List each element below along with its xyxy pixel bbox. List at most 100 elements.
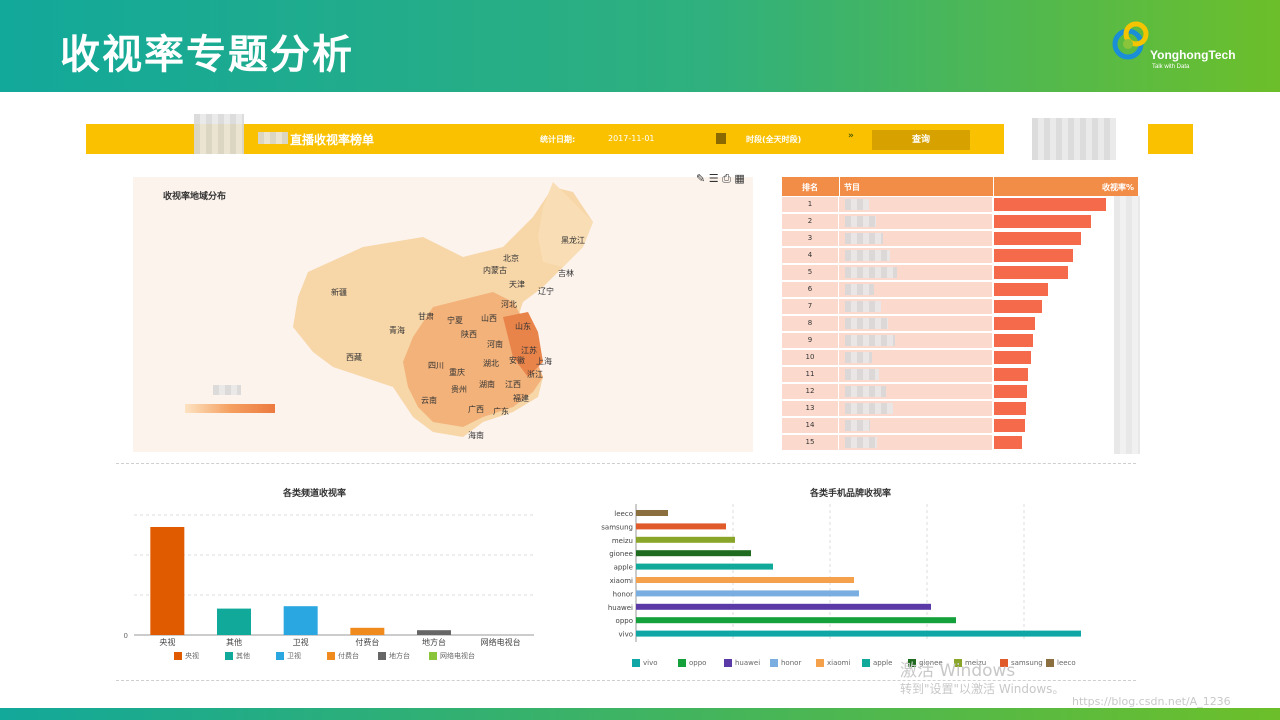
program-name-redacted xyxy=(839,316,992,331)
brand-bar[interactable] xyxy=(636,603,931,610)
brand-bar[interactable] xyxy=(636,577,854,583)
blurred-name xyxy=(845,301,881,312)
legend-item[interactable]: 卫视 xyxy=(276,651,301,661)
blurred-name xyxy=(845,369,879,380)
province-label: 上海 xyxy=(536,357,552,366)
rating-bar xyxy=(994,300,1043,313)
legend-label: 地方台 xyxy=(389,652,410,660)
ranking-row[interactable]: 2 xyxy=(782,214,1138,230)
ranking-row[interactable]: 15 xyxy=(782,435,1138,451)
province-label: 内蒙古 xyxy=(483,266,507,275)
legend-swatch xyxy=(678,659,686,667)
channel-bar[interactable] xyxy=(283,606,318,635)
blurred-widget xyxy=(1032,118,1116,160)
brand-bar[interactable] xyxy=(636,563,773,570)
rating-bar xyxy=(994,232,1082,245)
brand-bar[interactable] xyxy=(636,617,956,624)
ranking-row[interactable]: 3 xyxy=(782,231,1138,247)
blurred-name xyxy=(845,437,877,448)
ranking-row[interactable]: 11 xyxy=(782,367,1138,383)
brand-bar-chart: leeco samsung meizu gionee apple xiaomi honor h… xyxy=(601,504,1081,642)
legend-swatch xyxy=(174,652,182,660)
program-name-redacted xyxy=(839,418,992,433)
rank-number: 7 xyxy=(782,299,838,314)
channel-bar[interactable] xyxy=(417,630,451,635)
brand-bar[interactable] xyxy=(636,630,1081,637)
blurred-name xyxy=(845,284,874,295)
date-input[interactable]: 2017-11-01 xyxy=(608,134,655,143)
x-tick-label: 网络电视台 xyxy=(481,637,521,647)
chevron-down-icon[interactable]: » xyxy=(848,131,854,141)
rating-bar xyxy=(994,266,1069,279)
ranking-row[interactable]: 1 xyxy=(782,197,1138,213)
filter-toolbar: 直播收视率榜单 统计日期: 2017-11-01 时段(全天时段) » 查询 xyxy=(86,114,1004,154)
blurred-name xyxy=(845,352,872,363)
program-name-redacted xyxy=(839,401,992,416)
legend-label: 卫视 xyxy=(287,652,301,660)
y-tick-label: gionee xyxy=(609,550,633,558)
rank-number: 5 xyxy=(782,265,838,280)
legend-label: apple xyxy=(873,659,893,667)
ranking-row[interactable]: 10 xyxy=(782,350,1138,366)
legend-item[interactable]: oppo xyxy=(678,659,706,667)
rank-number: 13 xyxy=(782,401,838,416)
ranking-row[interactable]: 8 xyxy=(782,316,1138,332)
legend-item[interactable]: vivo xyxy=(632,659,658,667)
blurred-values xyxy=(1114,196,1140,454)
rank-number: 14 xyxy=(782,418,838,433)
legend-item[interactable]: 央视 xyxy=(174,651,199,661)
legend-item[interactable]: 网络电视台 xyxy=(429,651,475,661)
y-tick-label: samsung xyxy=(601,523,633,531)
ranking-row[interactable]: 6 xyxy=(782,282,1138,298)
province-label: 西藏 xyxy=(346,353,362,362)
ranking-row[interactable]: 4 xyxy=(782,248,1138,264)
brand-bar[interactable] xyxy=(636,523,726,530)
province-label: 北京 xyxy=(503,254,519,263)
ranking-row[interactable]: 5 xyxy=(782,265,1138,281)
period-select[interactable]: 时段(全天时段) xyxy=(746,134,801,145)
ranking-table: 排名 节目 收视率% 1 2 3 4 5 6 7 8 9 10 11 12 13 14 15 xyxy=(782,177,1138,453)
ranking-row[interactable]: 7 xyxy=(782,299,1138,315)
brand-bar[interactable] xyxy=(636,550,751,557)
rank-number: 4 xyxy=(782,248,838,263)
page-title: 收视率专题分析 xyxy=(60,32,354,78)
brand-bar[interactable] xyxy=(636,590,859,597)
y-tick-label: oppo xyxy=(616,617,633,625)
brand-bar[interactable] xyxy=(636,536,735,543)
program-name-redacted xyxy=(839,367,992,382)
legend-item[interactable]: xiaomi xyxy=(816,659,850,667)
ranking-row[interactable]: 12 xyxy=(782,384,1138,400)
header-rating: 收视率% xyxy=(993,177,1138,196)
legend-item[interactable]: huawei xyxy=(724,659,760,667)
legend-swatch xyxy=(1046,659,1054,667)
calendar-icon[interactable] xyxy=(716,133,726,144)
legend-item[interactable]: 付费台 xyxy=(327,651,359,661)
ranking-row[interactable]: 13 xyxy=(782,401,1138,417)
channel-bar[interactable] xyxy=(350,627,385,635)
channel-bar[interactable] xyxy=(150,527,185,635)
x-tick-label: 地方台 xyxy=(422,637,446,647)
ranking-row[interactable]: 14 xyxy=(782,418,1138,434)
rank-number: 3 xyxy=(782,231,838,246)
blurred-legend-label xyxy=(213,385,241,395)
legend-swatch xyxy=(632,659,640,667)
rank-number: 8 xyxy=(782,316,838,331)
program-name-redacted xyxy=(839,282,992,297)
rank-number: 15 xyxy=(782,435,838,450)
blurred-name xyxy=(845,267,897,278)
rating-bar xyxy=(994,283,1049,296)
x-tick-label: 央视 xyxy=(159,637,175,647)
legend-item[interactable]: honor xyxy=(770,659,801,667)
blurred-name xyxy=(845,199,869,210)
brand-bar[interactable] xyxy=(636,510,668,516)
legend-item[interactable]: apple xyxy=(862,659,892,667)
legend-item[interactable]: 地方台 xyxy=(378,651,410,661)
legend-item[interactable]: leeco xyxy=(1046,659,1076,667)
province-label: 吉林 xyxy=(558,269,574,278)
query-button[interactable]: 查询 xyxy=(872,130,970,150)
legend-item[interactable]: 其他 xyxy=(225,651,250,661)
channel-bar[interactable] xyxy=(217,608,251,635)
ranking-row[interactable]: 9 xyxy=(782,333,1138,349)
province-label: 福建 xyxy=(513,394,529,403)
rating-bar xyxy=(994,368,1029,381)
